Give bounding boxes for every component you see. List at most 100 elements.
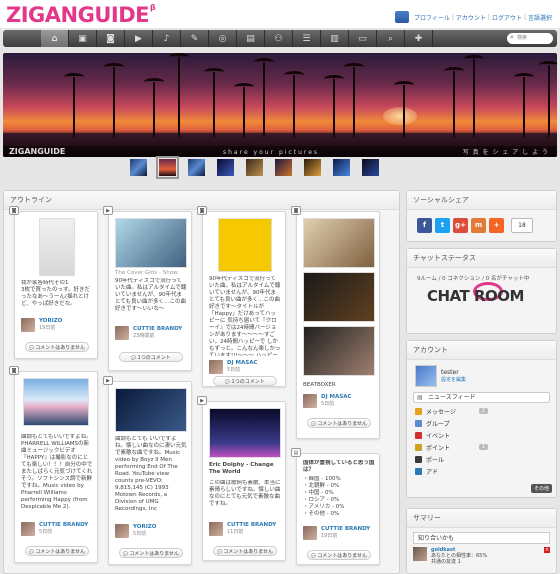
ranking-icon[interactable]: ▥ xyxy=(321,30,349,47)
avatar[interactable] xyxy=(21,318,35,332)
search-icon[interactable]: ⌕ xyxy=(377,30,405,47)
comment-button[interactable]: 1つのコメント xyxy=(119,352,183,362)
hero-thumbnail[interactable] xyxy=(333,159,350,176)
avatar[interactable] xyxy=(413,547,427,561)
account-link[interactable]: アカウント xyxy=(456,13,486,22)
suggestions-tab[interactable]: 知り合いかも xyxy=(413,532,550,544)
share-count: 18 xyxy=(511,218,533,233)
chat-room-logo[interactable]: CHAT ROOM xyxy=(427,287,524,305)
card-image[interactable] xyxy=(303,272,375,322)
account-menu-item[interactable]: グループ xyxy=(415,417,548,429)
card-image[interactable] xyxy=(115,388,187,432)
video-icon[interactable]: ▶ xyxy=(125,30,153,47)
group-icon[interactable]: ⚇ xyxy=(265,30,293,47)
dismiss-icon[interactable]: × xyxy=(544,547,550,553)
palm-tree-graphic xyxy=(254,58,274,137)
menu-item-label: ポール xyxy=(426,456,445,464)
profile-link[interactable]: プロフィール xyxy=(414,13,450,22)
card-image[interactable] xyxy=(218,218,272,272)
card-image[interactable] xyxy=(303,218,375,268)
comment-button[interactable]: コメントはありません xyxy=(119,548,183,558)
add-icon[interactable]: ✚ xyxy=(405,30,433,47)
instagram-icon[interactable]: ◙ xyxy=(97,30,125,47)
comment-button[interactable]: コメントはありません xyxy=(25,546,89,556)
poll-option[interactable]: ・その他 - 0% xyxy=(303,511,375,518)
menu-item-label: ポイント xyxy=(426,444,451,452)
comment-button[interactable]: 1つのコメント xyxy=(213,376,277,386)
top-links: プロフィール | アカウント | ログアウト | 言語選択 xyxy=(394,11,552,23)
photo-icon[interactable]: ▣ xyxy=(69,30,97,47)
account-menu-item[interactable]: ポール xyxy=(415,453,548,465)
avatar[interactable] xyxy=(21,522,35,536)
hero-thumbnail[interactable] xyxy=(130,159,147,176)
account-menu: メッセージ 2 グループ イベント ポイント 1 ポールアド xyxy=(407,403,556,479)
card-image[interactable] xyxy=(115,218,187,268)
home-icon[interactable]: ⌂ xyxy=(41,30,69,47)
hero-thumbnail[interactable] xyxy=(362,159,379,176)
edit-settings-link[interactable]: 設定を編集 xyxy=(441,376,466,383)
account-name[interactable]: tester xyxy=(441,369,466,376)
share-button[interactable]: m xyxy=(471,218,486,233)
account-menu-item[interactable]: イベント xyxy=(415,429,548,441)
post-date: 5日前 xyxy=(133,531,147,537)
avatar[interactable] xyxy=(415,365,437,387)
blog-icon[interactable]: ✎ xyxy=(181,30,209,47)
newsfeed-button[interactable]: ニュースフィード xyxy=(413,392,550,403)
shop-icon[interactable]: ◎ xyxy=(209,30,237,47)
poll-option[interactable]: ・韓国 - 100% xyxy=(303,476,375,483)
avatar[interactable] xyxy=(303,394,317,408)
share-button[interactable]: t xyxy=(435,218,450,233)
photo-type-icon: ◙ xyxy=(9,206,19,215)
language-link[interactable]: 言語選択 xyxy=(528,13,552,22)
comment-button[interactable]: コメントはありません xyxy=(307,418,371,428)
share-button[interactable]: g+ xyxy=(453,218,468,233)
hero-thumbnail[interactable] xyxy=(188,159,205,176)
share-button[interactable]: + xyxy=(489,218,504,233)
site-logo[interactable]: ZIGANGUIDEβ xyxy=(6,3,156,27)
hero-thumbnails xyxy=(130,156,379,179)
menu-item-icon xyxy=(415,419,422,427)
poll-option[interactable]: ・中国 - 0% xyxy=(303,490,375,497)
comment-button[interactable]: コメントはありません xyxy=(307,550,371,560)
hero-banner: ZIGANGUIDE share your pictures 写 真 を シ ェ… xyxy=(3,53,557,157)
forum-icon[interactable]: ☰ xyxy=(293,30,321,47)
card-image[interactable] xyxy=(303,326,375,376)
palm-tree-graphic xyxy=(514,73,534,137)
hero-thumbnail[interactable] xyxy=(217,159,234,176)
user-avatar[interactable] xyxy=(394,11,409,23)
card-image[interactable] xyxy=(39,218,75,276)
account-menu-item[interactable]: ポイント 1 xyxy=(415,441,548,453)
social-share-panel: ソーシャルシェア f t g+ m +18 xyxy=(406,190,557,242)
palm-tree-graphic xyxy=(344,63,364,137)
hero-thumbnail-selected[interactable] xyxy=(156,156,179,179)
logout-link[interactable]: ログアウト xyxy=(492,13,522,22)
menu-item-label: アド xyxy=(426,468,439,476)
music-icon[interactable]: ♪ xyxy=(153,30,181,47)
poll-option[interactable]: ・ロシア - 0% xyxy=(303,497,375,504)
card-image[interactable] xyxy=(209,408,281,458)
event-icon[interactable]: ▤ xyxy=(237,30,265,47)
search-input[interactable]: 検索 xyxy=(507,32,553,44)
hero-thumbnail[interactable] xyxy=(275,159,292,176)
menu-item-icon xyxy=(415,455,422,463)
site-header: ZIGANGUIDEβ プロフィール | アカウント | ログアウト | 言語選択 xyxy=(0,0,560,28)
avatar[interactable] xyxy=(115,524,129,538)
card-image[interactable] xyxy=(23,378,89,426)
account-menu-item[interactable]: メッセージ 2 xyxy=(415,405,548,417)
avatar[interactable] xyxy=(115,326,129,340)
comment-button[interactable]: コメントはありません xyxy=(25,342,89,352)
avatar[interactable] xyxy=(209,360,223,374)
avatar[interactable] xyxy=(209,522,223,536)
avatar[interactable] xyxy=(303,526,317,540)
hero-thumbnail[interactable] xyxy=(304,159,321,176)
more-button[interactable]: その他 xyxy=(530,484,552,493)
hero-thumbnail[interactable] xyxy=(246,159,263,176)
chat-icon[interactable]: ▭ xyxy=(349,30,377,47)
card-user: CUTTIE BRANDY 23時間前 xyxy=(115,326,182,340)
share-button[interactable]: f xyxy=(417,218,432,233)
poll-option[interactable]: ・アメリカ - 0% xyxy=(303,504,375,511)
poll-type-icon: ▤ xyxy=(291,448,301,457)
account-menu-item[interactable]: アド xyxy=(415,465,548,477)
comment-button[interactable]: コメントはありません xyxy=(213,546,277,556)
poll-option[interactable]: ・北朝鮮 - 0% xyxy=(303,483,375,490)
